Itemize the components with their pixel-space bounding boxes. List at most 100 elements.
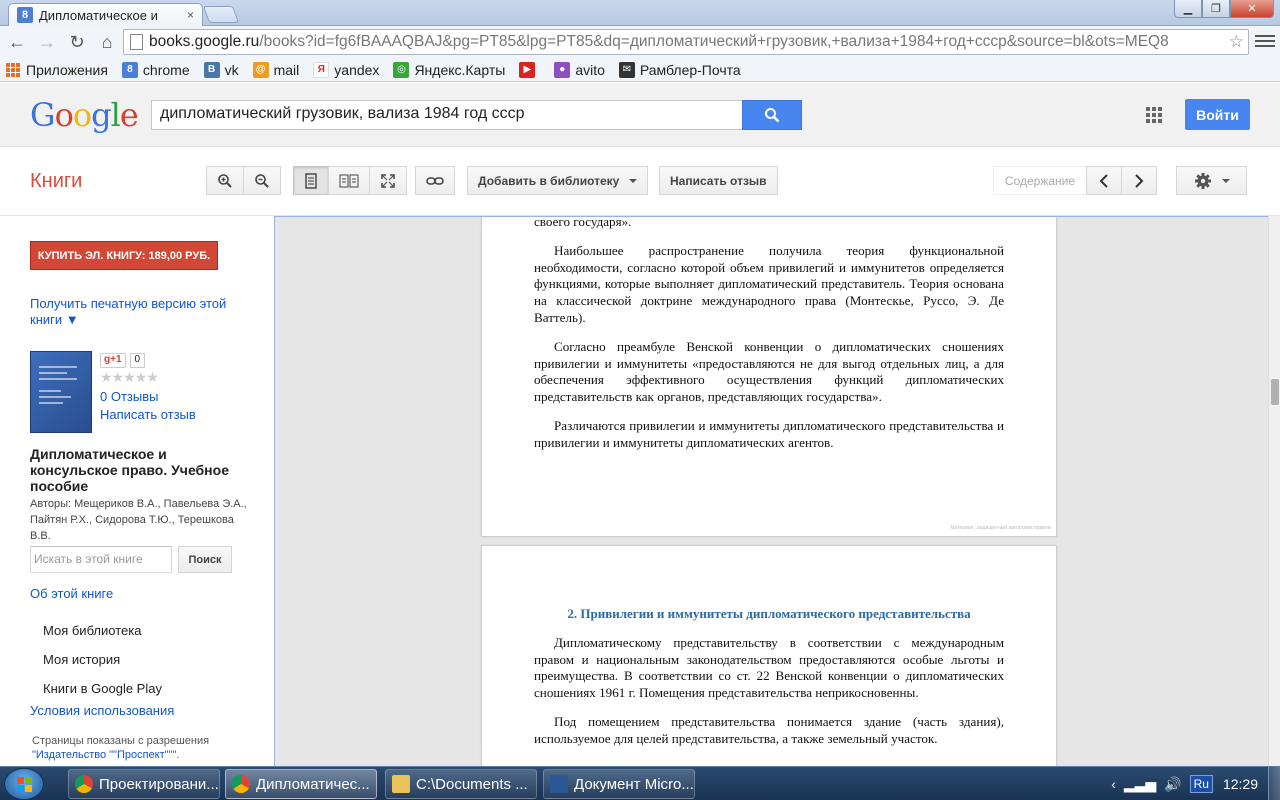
home-button[interactable]: ⌂ (94, 29, 120, 55)
search-in-book-button[interactable]: Поиск (178, 546, 232, 573)
bookmark-item[interactable]: Bvk (203, 61, 239, 78)
zoom-out-button[interactable] (243, 166, 281, 195)
chrome-icon (75, 775, 93, 793)
reviews-link[interactable]: 0 Отзывы (100, 389, 158, 404)
my-library-link[interactable]: Моя библиотека (43, 623, 141, 638)
vk-icon: B (203, 61, 220, 78)
taskbar-item[interactable]: C:\Documents ... (385, 769, 537, 799)
language-indicator[interactable]: Ru (1189, 775, 1213, 793)
page-navigation: Содержание (993, 166, 1157, 195)
settings-button[interactable] (1176, 166, 1247, 195)
taskbar-item-label: Документ Micro... (574, 775, 694, 793)
contents-button[interactable]: Содержание (993, 166, 1087, 195)
book-sidebar: КУПИТЬ ЭЛ. КНИГУ: 189,00 РУБ. Получить п… (0, 216, 274, 766)
bookmark-item[interactable]: ✉ Рамблер-Почта (618, 61, 741, 78)
url-path: /books?id=fg6fBAAAQBAJ&pg=PT85&lpg=PT85&… (259, 33, 1169, 50)
gear-icon (1194, 172, 1211, 189)
add-to-library-label: Добавить в библиотеку (478, 173, 620, 188)
bookmark-star-icon[interactable]: ☆ (1229, 32, 1244, 52)
taskbar-item[interactable]: Дипломатичес... (225, 769, 377, 799)
search-in-book-input[interactable]: Искать в этой книге (30, 546, 172, 573)
start-button[interactable] (4, 768, 44, 800)
search-input[interactable]: дипломатический грузовик, вализа 1984 го… (151, 100, 743, 130)
fullscreen-button[interactable] (369, 166, 407, 195)
taskbar-item[interactable]: Проектировани... (68, 769, 220, 799)
single-page-icon (305, 172, 317, 189)
buy-ebook-button[interactable]: КУПИТЬ ЭЛ. КНИГУ: 189,00 РУБ. (30, 241, 218, 270)
chapter-heading: 2. Привилегии и иммунитеты дипломатическ… (567, 606, 971, 621)
close-window-button[interactable]: ✕ (1230, 0, 1274, 18)
bookmark-item[interactable]: ▶ (519, 61, 540, 78)
browser-tab[interactable]: 8 Дипломатическое и × (8, 3, 203, 26)
my-history-link[interactable]: Моя история (43, 652, 120, 667)
word-icon (550, 775, 568, 793)
forward-button[interactable]: → (34, 29, 60, 55)
write-review-link[interactable]: Написать отзыв (100, 407, 196, 422)
zoom-controls (206, 166, 281, 195)
bookmark-item[interactable]: Приложения (6, 62, 108, 78)
show-hidden-icons-icon[interactable]: ‹ (1111, 776, 1116, 792)
back-button[interactable]: ← (4, 29, 30, 55)
view-mode-controls (293, 166, 407, 195)
page-scrollbar[interactable] (1268, 216, 1280, 766)
next-page-button[interactable] (1121, 166, 1157, 195)
dropdown-caret-icon (629, 178, 638, 183)
print-version-link[interactable]: Получить печатную версию этой книги ▼ (30, 296, 240, 328)
two-page-view-button[interactable] (328, 166, 370, 195)
bookmarks-bar: Приложения 8 chrome Bvk @ mail Яyandex ◎ Яндекс.… (0, 58, 1280, 82)
taskbar-item[interactable]: Документ Micro... (543, 769, 695, 799)
google-logo[interactable]: Google (30, 96, 139, 134)
chrome-icon (232, 775, 250, 793)
bookmark-item[interactable]: Яyandex (313, 61, 379, 78)
yandex-icon: Я (313, 61, 330, 78)
book-page: своего государя». Наибольшее распростран… (481, 217, 1057, 537)
terms-of-use-link[interactable]: Условия использования (30, 703, 174, 718)
bookmark-item[interactable]: 8 chrome (121, 61, 190, 78)
gplus-count: 0 (129, 353, 146, 368)
zoom-in-button[interactable] (206, 166, 244, 195)
minimize-button[interactable]: ▁ (1174, 0, 1202, 18)
gplus-button[interactable]: g+1 (100, 353, 126, 368)
link-button[interactable] (415, 166, 455, 195)
bookmark-item[interactable]: ● avito (554, 61, 605, 78)
publisher-link[interactable]: "Издательство ""Проспект""". (32, 748, 252, 762)
url-host: books.google.ru (149, 33, 260, 50)
about-book-link[interactable]: Об этой книге (30, 586, 113, 601)
book-cover-image[interactable] (30, 351, 92, 433)
reload-button[interactable]: ↻ (64, 29, 90, 55)
scrollbar-thumb[interactable] (1271, 379, 1279, 405)
windows-taskbar: Проектировани... Дипломатичес... C:\Docu… (0, 766, 1280, 800)
address-bar[interactable]: books.google.ru/books?id=fg6fBAAAQBAJ&pg… (123, 29, 1249, 55)
bookmark-item[interactable]: ◎ Яндекс.Карты (393, 61, 505, 78)
tab-close-icon[interactable]: × (187, 8, 194, 22)
gplus-widget: g+1 0 (100, 353, 146, 368)
book-reader-viewport[interactable]: своего государя». Наибольшее распростран… (274, 216, 1268, 766)
maximize-button[interactable]: ❐ (1202, 0, 1230, 18)
add-to-library-button[interactable]: Добавить в библиотеку (467, 166, 649, 195)
copyright-watermark: Материал, защищенный авторским правом (950, 525, 1051, 531)
youtube-icon: ▶ (519, 61, 536, 78)
show-desktop-button[interactable] (1268, 767, 1280, 800)
previous-page-button[interactable] (1086, 166, 1122, 195)
single-page-view-button[interactable] (293, 166, 329, 195)
page-body: своего государя». Наибольшее распростран… (534, 217, 1004, 464)
network-signal-icon[interactable]: ▂▃▅ (1124, 776, 1156, 793)
search-button[interactable] (742, 100, 802, 130)
write-review-button[interactable]: Написать отзыв (659, 166, 778, 195)
google-apps-icon[interactable] (1146, 107, 1162, 123)
settings-controls (1176, 166, 1247, 195)
book-title: Дипломатическое и консульское право. Уче… (30, 446, 229, 494)
books-section-title[interactable]: Книги (30, 170, 82, 193)
google-play-books-link[interactable]: Книги в Google Play (43, 681, 162, 696)
login-button[interactable]: Войти (1185, 99, 1250, 130)
folder-icon (392, 775, 410, 793)
new-tab-button[interactable] (202, 6, 240, 23)
link-icon (426, 176, 444, 185)
page-icon (130, 34, 143, 50)
clock[interactable]: 12:29 (1223, 776, 1258, 792)
page-body: 2. Привилегии и иммунитеты дипломатическ… (534, 606, 1004, 760)
bookmark-item[interactable]: @ mail (252, 61, 299, 78)
tab-title: Дипломатическое и (39, 7, 158, 23)
chrome-menu-icon[interactable] (1255, 31, 1275, 51)
volume-icon[interactable]: 🔊 (1164, 776, 1181, 793)
